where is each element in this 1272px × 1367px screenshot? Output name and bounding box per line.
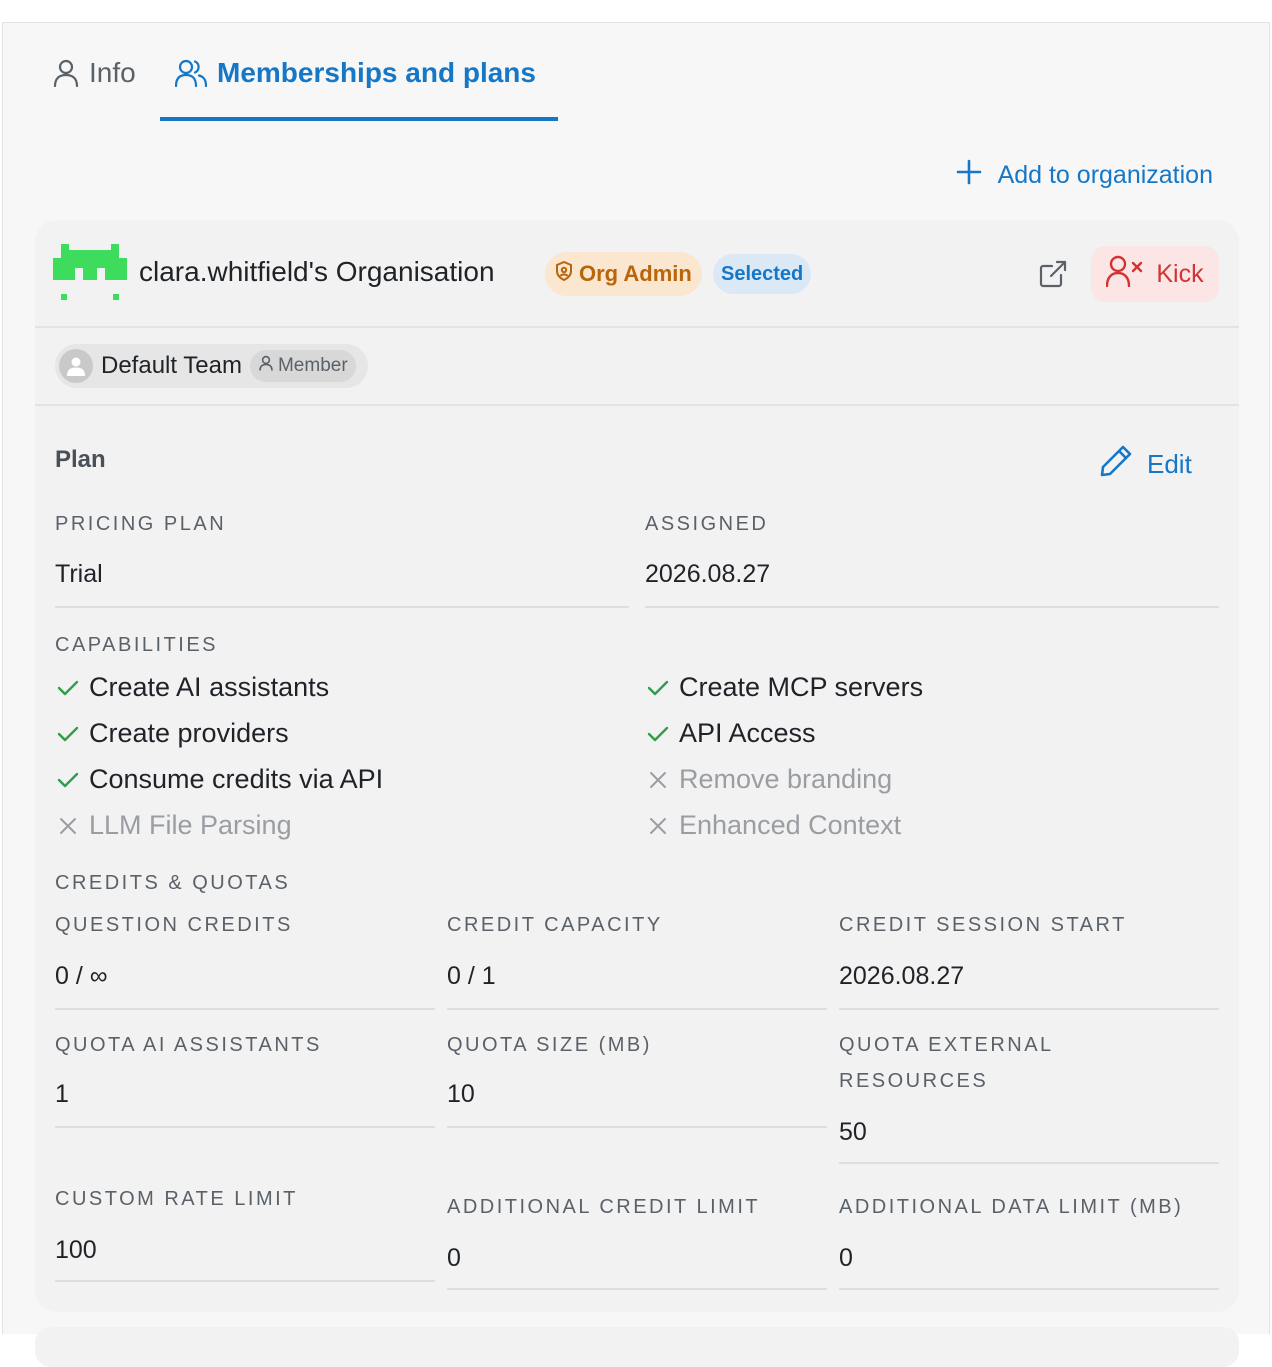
divider: [447, 1288, 827, 1290]
org-admin-badge: Org Admin: [545, 252, 702, 296]
tab-info-label: Info: [89, 57, 136, 88]
divider: [839, 1162, 1219, 1164]
custom-rate-limit-label: CUSTOM RATE LIMIT: [55, 1188, 298, 1210]
divider: [447, 1008, 827, 1010]
question-credits-label: QUESTION CREDITS: [55, 914, 293, 936]
capability-label: LLM File Parsing: [89, 810, 292, 840]
check-icon: [647, 725, 669, 743]
check-icon: [57, 725, 79, 743]
capability-llm-file-parsing: LLM File Parsing: [57, 810, 292, 841]
tab-memberships-label: Memberships and plans: [217, 57, 536, 88]
credits-quotas-label: CREDITS & QUOTAS: [55, 872, 291, 894]
cross-icon: [647, 817, 669, 835]
team-chip[interactable]: Default Team Member: [55, 344, 368, 388]
check-icon: [57, 679, 79, 697]
selected-badge: Selected: [713, 254, 812, 294]
capability-label: Enhanced Context: [679, 810, 902, 840]
tab-info[interactable]: Info: [53, 57, 136, 89]
quota-size-value: 10: [447, 1080, 475, 1108]
question-credits-value: 0 / ∞: [55, 962, 108, 990]
capability-create-providers: Create providers: [57, 718, 289, 749]
organization-header: clara.whitfield's Organisation Org Admin…: [35, 220, 1239, 328]
edit-plan-button[interactable]: Edit: [1099, 444, 1192, 485]
additional-credit-limit-label: ADDITIONAL CREDIT LIMIT: [447, 1196, 761, 1218]
check-icon: [57, 771, 79, 789]
capability-label: Consume credits via API: [89, 764, 384, 794]
divider: [55, 1008, 435, 1010]
capability-enhanced-context: Enhanced Context: [647, 810, 901, 841]
credit-capacity-value: 0 / 1: [447, 962, 496, 990]
plus-icon: [956, 159, 982, 192]
kick-button[interactable]: Kick: [1091, 246, 1219, 302]
credit-capacity-label: CREDIT CAPACITY: [447, 914, 663, 936]
external-link-icon: [1039, 260, 1067, 292]
capability-label: API Access: [679, 718, 816, 748]
divider: [839, 1288, 1219, 1290]
capability-create-mcp-servers: Create MCP servers: [647, 672, 923, 703]
divider: [55, 1126, 435, 1128]
quota-ai-assistants-label: QUOTA AI ASSISTANTS: [55, 1034, 322, 1056]
divider: [447, 1126, 827, 1128]
organization-name: clara.whitfield's Organisation: [139, 256, 495, 287]
credit-session-start-label: CREDIT SESSION START: [839, 914, 1127, 936]
capability-label: Create MCP servers: [679, 672, 924, 702]
check-icon: [647, 679, 669, 697]
kick-label: Kick: [1156, 259, 1204, 288]
assigned-label: ASSIGNED: [645, 513, 769, 535]
org-admin-badge-label: Org Admin: [579, 261, 692, 286]
pencil-icon: [1099, 444, 1133, 485]
cross-icon: [647, 771, 669, 789]
team-role-label: Member: [277, 355, 348, 376]
open-organization-button[interactable]: [1039, 260, 1067, 293]
divider: [55, 1280, 435, 1282]
capability-api-access: API Access: [647, 718, 816, 749]
capability-remove-branding: Remove branding: [647, 764, 892, 795]
avatar: [59, 349, 93, 383]
assigned-value: 2026.08.27: [645, 560, 771, 588]
team-name: Default Team: [101, 352, 242, 379]
quota-ai-assistants-value: 1: [55, 1080, 69, 1108]
additional-credit-limit-value: 0: [447, 1244, 461, 1272]
user-remove-icon: [1106, 255, 1144, 294]
tab-memberships-and-plans[interactable]: Memberships and plans: [175, 57, 536, 89]
capabilities-label: CAPABILITIES: [55, 634, 219, 656]
plan-section-title: Plan: [55, 446, 106, 473]
shield-icon: [555, 260, 573, 287]
divider: [55, 606, 629, 608]
capability-consume-credits-via-api: Consume credits via API: [57, 764, 383, 795]
additional-data-limit-label: ADDITIONAL DATA LIMIT (MB): [839, 1196, 1184, 1218]
quota-external-resources-label: QUOTA EXTERNAL RESOURCES: [839, 1034, 1053, 1092]
organization-card: clara.whitfield's Organisation Org Admin…: [35, 220, 1239, 1312]
team-row: Default Team Member: [35, 328, 1239, 406]
pricing-plan-label: PRICING PLAN: [55, 513, 227, 535]
additional-data-limit-value: 0: [839, 1244, 853, 1272]
edit-label: Edit: [1147, 449, 1192, 479]
tab-bar: Info Memberships and plans: [3, 23, 1269, 123]
capability-label: Create providers: [89, 718, 289, 748]
credit-session-start-value: 2026.08.27: [839, 962, 965, 990]
capability-label: Remove branding: [679, 764, 893, 794]
capability-label: Create AI assistants: [89, 672, 330, 702]
next-organization-card: [35, 1327, 1239, 1367]
user-icon: [53, 59, 79, 87]
users-icon: [175, 59, 207, 87]
active-tab-indicator: [160, 117, 558, 121]
capability-create-ai-assistants: Create AI assistants: [57, 672, 329, 703]
custom-rate-limit-value: 100: [55, 1236, 97, 1264]
add-to-organization-button[interactable]: Add to organization: [956, 159, 1213, 192]
quota-external-resources-value: 50: [839, 1118, 867, 1146]
divider: [839, 1008, 1219, 1010]
add-to-organization-label: Add to organization: [997, 161, 1213, 189]
divider: [645, 606, 1219, 608]
quota-size-label: QUOTA SIZE (MB): [447, 1034, 652, 1056]
memberships-panel: Info Memberships and plans Add to organi…: [2, 22, 1270, 1367]
cross-icon: [57, 817, 79, 835]
organization-logo-icon: [53, 244, 127, 307]
pricing-plan-value: Trial: [55, 560, 103, 588]
team-role-badge: Member: [249, 350, 356, 382]
user-icon: [258, 355, 274, 377]
